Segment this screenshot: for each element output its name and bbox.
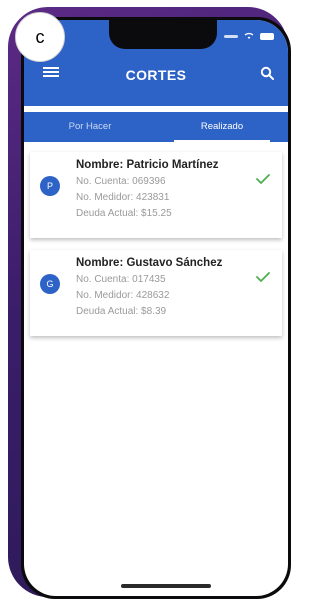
avatar: G: [40, 274, 60, 294]
search-icon[interactable]: [260, 66, 274, 80]
account-number: No. Cuenta: 069396: [76, 176, 166, 187]
avatar: P: [40, 176, 60, 196]
page-title: CORTES: [125, 67, 187, 83]
account-number: No. Cuenta: 017435: [76, 274, 166, 285]
wifi-icon: [244, 32, 254, 39]
list-item[interactable]: G Nombre: Gustavo Sánchez No. Cuenta: 01…: [30, 250, 282, 336]
meter-number: No. Medidor: 423831: [76, 192, 170, 203]
notch: [109, 20, 217, 49]
current-debt: Deuda Actual: $15.25: [76, 208, 172, 219]
app-screen: CORTES Por Hacer Realizado P Nombre: Pat…: [24, 20, 288, 596]
check-icon: [256, 174, 270, 184]
check-icon: [256, 272, 270, 282]
customer-name: Nombre: Patricio Martínez: [76, 159, 219, 171]
current-debt: Deuda Actual: $8.39: [76, 306, 167, 317]
signal-icon: [224, 34, 238, 38]
phone-frame: CORTES Por Hacer Realizado P Nombre: Pat…: [8, 7, 291, 599]
tab-por-hacer[interactable]: Por Hacer: [24, 112, 156, 142]
list-item[interactable]: P Nombre: Patricio Martínez No. Cuenta: …: [30, 152, 282, 238]
customer-name: Nombre: Gustavo Sánchez: [76, 257, 223, 269]
cortes-list: P Nombre: Patricio Martínez No. Cuenta: …: [24, 146, 288, 336]
tab-bar: Por Hacer Realizado: [24, 112, 288, 142]
figure-panel-label: c: [15, 12, 65, 62]
tab-realizado[interactable]: Realizado: [156, 112, 288, 142]
status-bar: [224, 32, 274, 40]
meter-number: No. Medidor: 428632: [76, 290, 170, 301]
phone-bezel: CORTES Por Hacer Realizado P Nombre: Pat…: [21, 17, 291, 599]
battery-icon: [260, 32, 274, 40]
home-indicator: [121, 584, 211, 588]
